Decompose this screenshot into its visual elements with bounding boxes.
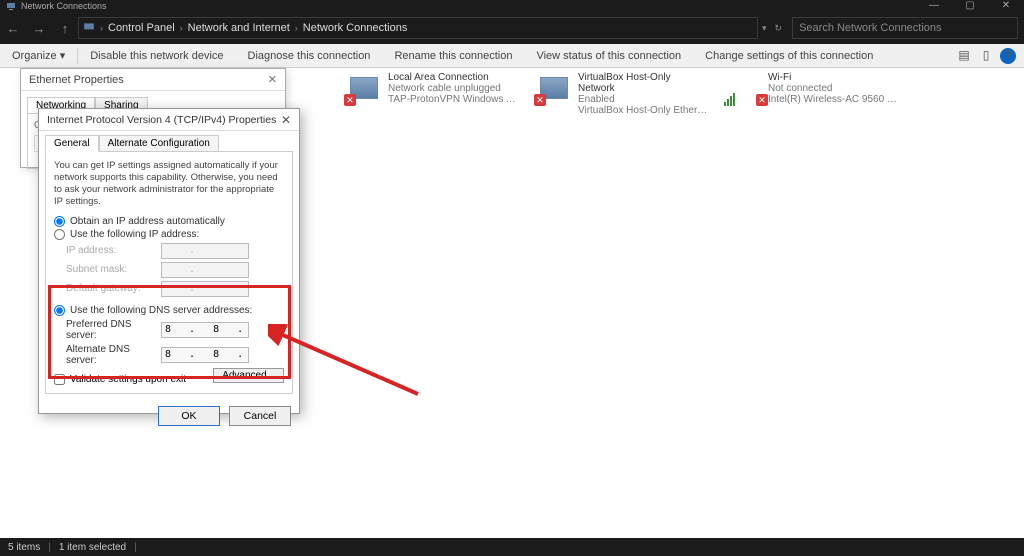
label-preferred-dns: Preferred DNS server: xyxy=(66,319,161,341)
maximize-button[interactable]: ▢ xyxy=(952,0,988,12)
network-icon xyxy=(6,1,16,11)
label-subnet-mask: Subnet mask: xyxy=(66,264,161,275)
adapter-device: TAP-ProtonVPN Windows Adapter... xyxy=(388,94,518,105)
window-titlebar: Network Connections — ▢ ✕ xyxy=(0,0,1024,12)
close-icon[interactable]: ✕ xyxy=(281,113,291,127)
crumb-control-panel[interactable]: Control Panel xyxy=(108,22,175,34)
organize-menu[interactable]: Organize ▾ xyxy=(0,49,77,62)
view-status-button[interactable]: View status of this connection xyxy=(524,50,693,62)
refresh-button[interactable]: ↻ xyxy=(771,23,787,34)
adapter-list: ✕ Local Area Connection Network cable un… xyxy=(350,72,1016,116)
tab-general[interactable]: General xyxy=(45,135,99,152)
crumb-network-internet[interactable]: Network and Internet xyxy=(188,22,290,34)
chevron-right-icon: › xyxy=(295,23,298,33)
adapter-name: VirtualBox Host-Only Network xyxy=(578,72,710,94)
adapter-device: VirtualBox Host-Only Ethernet Ad... xyxy=(578,105,708,116)
disconnected-badge-icon: ✕ xyxy=(344,94,356,106)
status-item-count: 5 items xyxy=(8,542,40,553)
dialog-description: You can get IP settings assigned automat… xyxy=(54,160,284,208)
adapter-icon: ✕ xyxy=(540,72,572,104)
chevron-right-icon: › xyxy=(100,23,103,33)
preview-pane-icon[interactable]: ▯ xyxy=(978,48,994,64)
radio-use-dns-manual[interactable]: Use the following DNS server addresses: xyxy=(54,305,284,316)
rename-button[interactable]: Rename this connection xyxy=(382,50,524,62)
alternate-dns-field[interactable] xyxy=(161,347,249,363)
ok-button[interactable]: OK xyxy=(158,406,220,426)
adapter-status: Not connected xyxy=(768,83,898,94)
radio-use-ip-manual[interactable]: Use the following IP address: xyxy=(54,229,284,240)
crumb-network-connections[interactable]: Network Connections xyxy=(303,22,408,34)
search-placeholder: Search Network Connections xyxy=(799,22,941,34)
help-icon[interactable]: ? xyxy=(1000,48,1016,64)
back-button[interactable]: ← xyxy=(0,21,26,36)
cancel-button[interactable]: Cancel xyxy=(229,406,291,426)
label-default-gateway: Default gateway: xyxy=(66,283,161,294)
default-gateway-field xyxy=(161,281,249,297)
network-icon xyxy=(83,21,95,36)
dialog-title: Ethernet Properties xyxy=(29,74,124,86)
adapter-status: Enabled xyxy=(578,94,710,105)
content-area: ✕ Local Area Connection Network cable un… xyxy=(0,68,1024,538)
status-selected-count: 1 item selected xyxy=(59,542,126,553)
view-icon[interactable]: ▤ xyxy=(956,48,972,64)
adapter-name: Local Area Connection xyxy=(388,72,518,83)
chevron-right-icon: › xyxy=(180,23,183,33)
adapter-status: Network cable unplugged xyxy=(388,83,518,94)
disable-device-button[interactable]: Disable this network device xyxy=(78,50,235,62)
adapter-name: Wi-Fi xyxy=(768,72,898,83)
disconnected-badge-icon: ✕ xyxy=(534,94,546,106)
status-bar: 5 items | 1 item selected | xyxy=(0,538,1024,556)
adapter-vbox[interactable]: ✕ VirtualBox Host-Only Network Enabled V… xyxy=(540,72,710,116)
advanced-button[interactable]: Advanced... xyxy=(213,368,284,383)
subnet-mask-field xyxy=(161,262,249,278)
ipv4-properties-dialog: Internet Protocol Version 4 (TCP/IPv4) P… xyxy=(38,108,300,414)
wifi-icon: ✕ xyxy=(730,72,762,104)
adapter-wifi[interactable]: ✕ Wi-Fi Not connected Intel(R) Wireless-… xyxy=(730,72,900,116)
breadcrumb[interactable]: › Control Panel › Network and Internet ›… xyxy=(78,17,758,39)
tab-alternate-configuration[interactable]: Alternate Configuration xyxy=(99,135,219,152)
ip-address-field xyxy=(161,243,249,259)
up-button[interactable]: ↑ xyxy=(52,21,78,36)
diagnose-button[interactable]: Diagnose this connection xyxy=(236,50,383,62)
validate-settings-label: Validate settings upon exit xyxy=(70,374,186,385)
window-title: Network Connections xyxy=(21,1,107,11)
adapter-local-area[interactable]: ✕ Local Area Connection Network cable un… xyxy=(350,72,520,116)
close-icon[interactable]: ✕ xyxy=(268,73,277,86)
validate-settings-checkbox[interactable] xyxy=(54,374,65,385)
change-settings-button[interactable]: Change settings of this connection xyxy=(693,50,885,62)
label-ip-address: IP address: xyxy=(66,245,161,256)
command-bar: Organize ▾ Disable this network device D… xyxy=(0,44,1024,68)
label-alternate-dns: Alternate DNS server: xyxy=(66,344,161,366)
adapter-icon: ✕ xyxy=(350,72,382,104)
disconnected-badge-icon: ✕ xyxy=(756,94,768,106)
preferred-dns-field[interactable] xyxy=(161,322,249,338)
address-bar: ← → ↑ › Control Panel › Network and Inte… xyxy=(0,12,1024,44)
radio-obtain-ip-auto[interactable]: Obtain an IP address automatically xyxy=(54,216,284,227)
minimize-button[interactable]: — xyxy=(916,0,952,12)
dropdown-icon[interactable]: ▾ xyxy=(758,23,771,34)
close-button[interactable]: ✕ xyxy=(988,0,1024,12)
forward-button[interactable]: → xyxy=(26,21,52,36)
search-input[interactable]: Search Network Connections xyxy=(792,17,1018,39)
dialog-title: Internet Protocol Version 4 (TCP/IPv4) P… xyxy=(47,114,276,126)
adapter-device: Intel(R) Wireless-AC 9560 160MHz xyxy=(768,94,898,105)
